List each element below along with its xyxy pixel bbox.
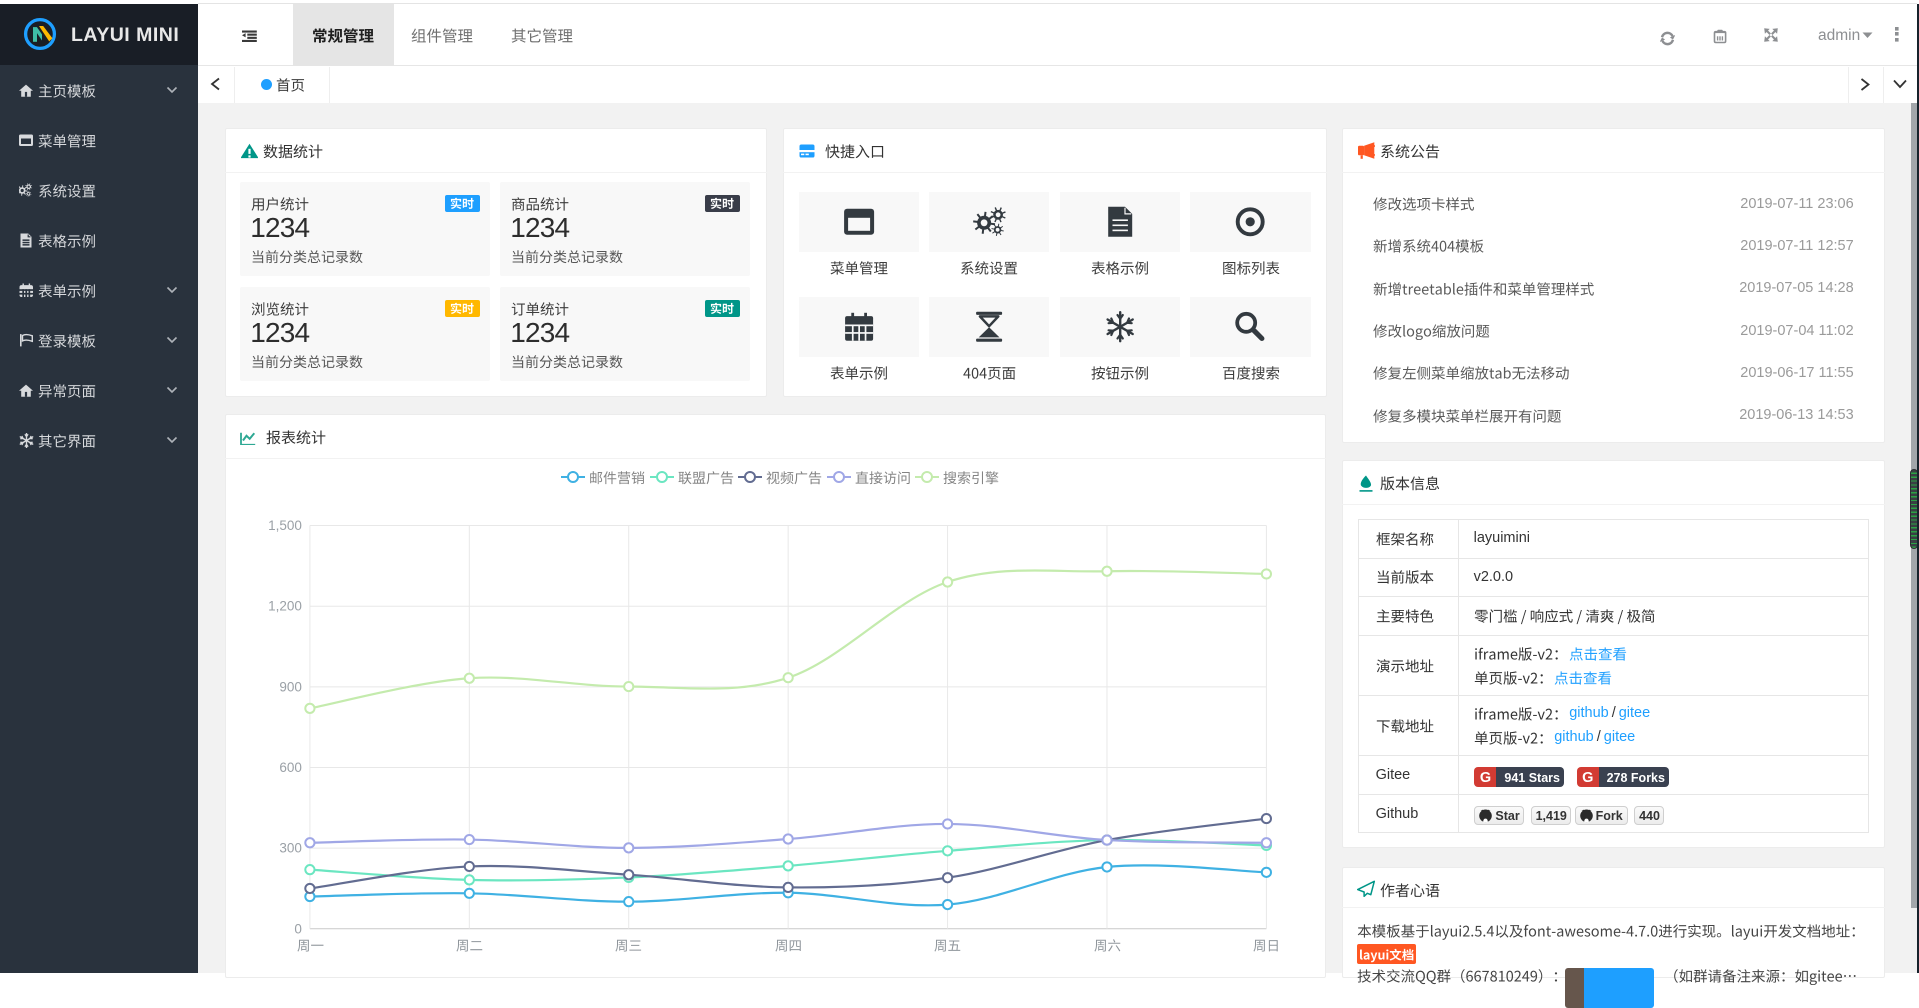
svg-text:0: 0 xyxy=(294,921,302,936)
svg-text:1,200: 1,200 xyxy=(268,599,302,614)
svg-text:900: 900 xyxy=(279,679,302,694)
svg-text:600: 600 xyxy=(279,760,302,775)
svg-text:300: 300 xyxy=(279,841,302,856)
svg-text:1,500: 1,500 xyxy=(268,518,302,533)
